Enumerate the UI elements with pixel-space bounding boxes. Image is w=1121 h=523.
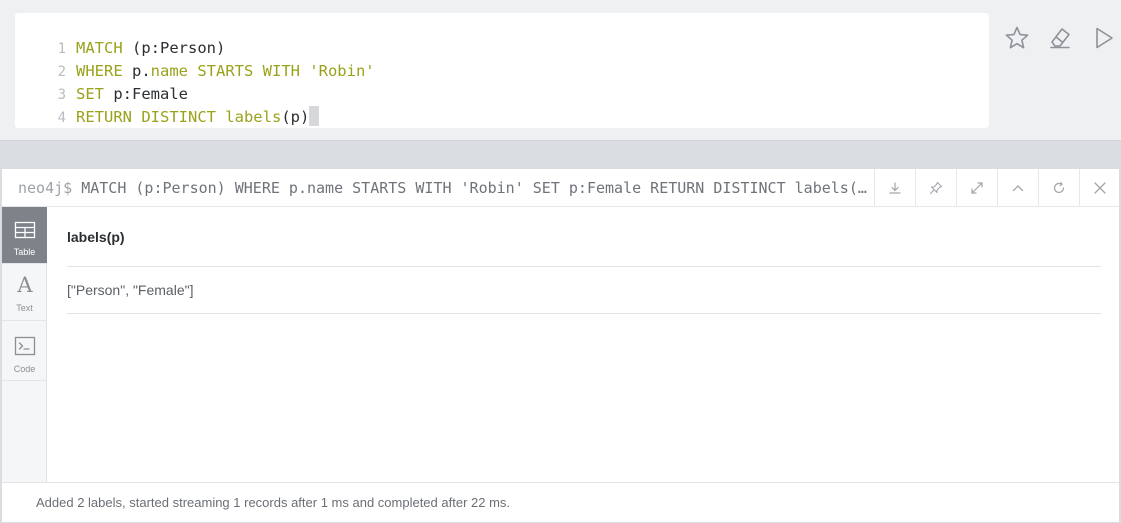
query-editor-band: 1 MATCH (p:Person) 2 WHERE p.name STARTS W…	[0, 0, 1121, 141]
code-token: (p)	[281, 108, 310, 126]
code-line-4[interactable]: 4 RETURN DISTINCT labels(p)	[15, 106, 320, 129]
close-icon	[1094, 182, 1106, 194]
code-token: (p:Person)	[122, 39, 226, 57]
favorite-button[interactable]	[999, 20, 1035, 56]
tab-label: Text	[16, 303, 33, 313]
frame-query-text: MATCH (p:Person) WHERE p.name STARTS WIT…	[81, 179, 873, 197]
code-token: p.	[122, 62, 151, 80]
tab-label: Code	[13, 364, 36, 374]
text-icon: A	[17, 273, 33, 297]
rerun-icon	[1053, 181, 1065, 194]
play-icon	[1096, 27, 1113, 49]
code-token: WHERE	[76, 62, 123, 80]
column-header: labels(p)	[67, 207, 1101, 267]
line-number: 4	[57, 110, 66, 126]
editor-actions	[999, 20, 1121, 56]
download-icon	[889, 182, 901, 194]
line-number: 2	[57, 64, 66, 80]
line-number: 3	[57, 87, 66, 103]
code-token: RETURN DISTINCT labels	[76, 108, 282, 126]
clear-editor-button[interactable]	[1042, 20, 1078, 56]
table-cell: ["Person", "Female"]	[67, 282, 194, 298]
line-number: 1	[57, 41, 66, 57]
collapse-button[interactable]	[997, 169, 1038, 207]
close-frame-button[interactable]	[1079, 169, 1120, 207]
run-query-button[interactable]	[1085, 20, 1121, 56]
star-icon	[1005, 26, 1029, 49]
frame-query-title[interactable]: neo4j$ MATCH (p:Person) WHERE p.name STA…	[18, 169, 873, 207]
pin-icon	[929, 181, 943, 195]
view-sidebar: Table A Text Code	[2, 207, 47, 482]
fullscreen-button[interactable]	[956, 169, 997, 207]
tab-table[interactable]: Table	[2, 207, 47, 264]
fullscreen-icon	[971, 182, 983, 194]
table-row: ["Person", "Female"]	[67, 267, 1101, 314]
code-token: MATCH	[76, 39, 123, 57]
result-frame: neo4j$ MATCH (p:Person) WHERE p.name STA…	[1, 168, 1120, 523]
tab-code[interactable]: Code	[2, 321, 47, 381]
pin-button[interactable]	[915, 169, 956, 207]
code-icon	[13, 335, 37, 357]
export-button[interactable]	[874, 169, 915, 207]
eraser-icon	[1050, 28, 1070, 49]
code-token: p:Female	[104, 85, 188, 103]
tab-text[interactable]: A Text	[2, 264, 47, 321]
table-icon	[13, 219, 37, 241]
text-cursor	[309, 106, 320, 126]
code-token: name STARTS WITH 'Robin'	[150, 62, 375, 80]
code-line-3[interactable]: 3 SET p:Female	[15, 83, 188, 106]
status-message: Added 2 labels, started streaming 1 reco…	[36, 495, 511, 510]
tab-label: Table	[13, 247, 36, 257]
code-token: SET	[76, 85, 104, 103]
rerun-button[interactable]	[1038, 169, 1079, 207]
code-line-1[interactable]: 1 MATCH (p:Person)	[15, 37, 226, 60]
frame-header: neo4j$ MATCH (p:Person) WHERE p.name STA…	[2, 169, 1119, 207]
query-editor[interactable]: 1 MATCH (p:Person) 2 WHERE p.name STARTS W…	[15, 13, 989, 128]
collapse-icon	[1012, 185, 1024, 192]
code-line-2[interactable]: 2 WHERE p.name STARTS WITH 'Robin'	[15, 60, 375, 83]
prompt-label: neo4j$	[18, 179, 73, 197]
frame-status-bar: Added 2 labels, started streaming 1 reco…	[2, 482, 1119, 522]
